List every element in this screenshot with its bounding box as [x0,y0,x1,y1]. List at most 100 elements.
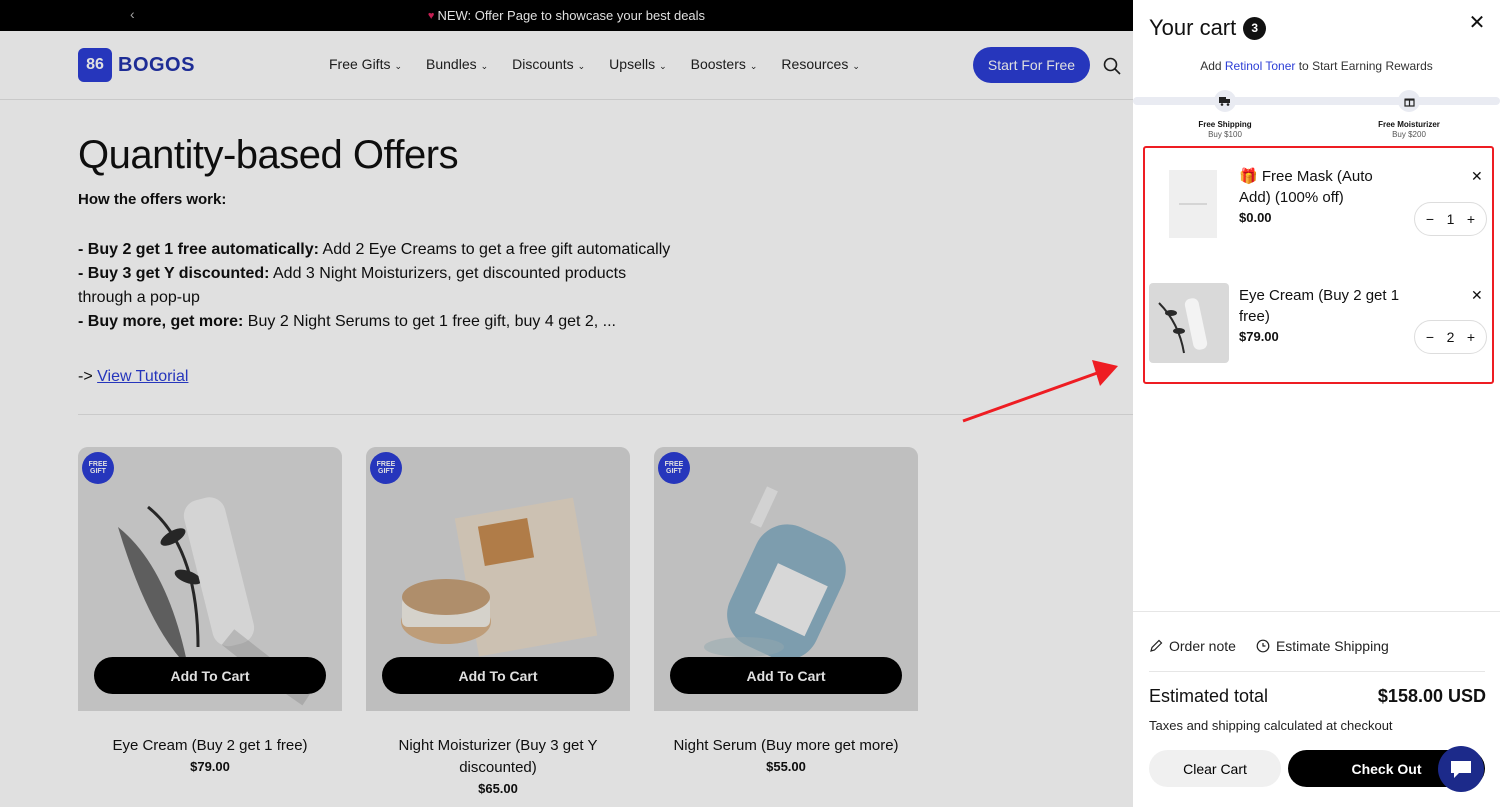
gift-icon: 🎁 [1239,168,1258,185]
quantity-value[interactable]: 1 [1444,211,1458,227]
announcement-text: NEW: Offer Page to showcase your best de… [437,8,706,23]
quantity-stepper: − 1 + [1414,202,1487,236]
nav-item-boosters[interactable]: Boosters ⌄ [691,56,758,72]
cart-item-name[interactable]: 🎁 Free Mask (Auto Add) (100% off) [1239,166,1404,208]
add-to-cart-button[interactable]: Add To Cart [94,657,326,694]
cart-item: 🎁 Free Mask (Auto Add) (100% off) $0.00 … [1149,164,1489,248]
product-price: $55.00 [766,759,806,774]
nav-label: Bundles [426,56,477,72]
search-icon[interactable] [1103,57,1121,75]
how-heading: How the offers work: [78,191,227,208]
remove-item-icon[interactable]: ✕ [1471,168,1483,185]
chevron-down-icon: ⌄ [659,61,667,71]
heart-icon: ♥ [427,9,435,22]
cart-item-info: 🎁 Free Mask (Auto Add) (100% off) $0.00 [1239,166,1404,225]
chat-icon[interactable] [1438,746,1484,792]
product-name[interactable]: Eye Cream (Buy 2 get 1 free) [78,735,342,757]
product-image[interactable]: FREE GIFT Add To Cart [654,447,918,711]
increase-button[interactable]: + [1464,329,1478,345]
view-tutorial-link[interactable]: View Tutorial [97,368,188,385]
nav-item-resources[interactable]: Resources ⌄ [781,56,859,72]
site-header: 86 BOGOS Free Gifts ⌄ Bundles ⌄ Discounts ⌄… [0,31,1133,100]
quantity-value[interactable]: 2 [1444,329,1458,345]
offer-bold: - Buy more, get more: [78,313,244,330]
nav-label: Discounts [512,56,574,72]
reward-message: Add Retinol Toner to Start Earning Rewar… [1133,59,1500,73]
order-note-label: Order note [1169,638,1236,654]
reward-text: to Start Earning Rewards [1295,59,1433,73]
logo-text: BOGOS [118,53,195,76]
offer-text: Add 2 Eye Creams to get a free gift auto… [318,241,671,258]
divider [1149,671,1485,672]
milestone-sub: Buy $100 [1208,130,1242,139]
clock-icon [1256,639,1270,653]
free-gift-badge: FREE GIFT [658,452,690,484]
nav-label: Boosters [690,56,746,72]
nav-label: Upsells [609,56,656,72]
gift-icon [1398,90,1420,112]
chevron-left-icon[interactable]: ‹ [130,6,135,22]
product-image[interactable]: FREE GIFT Add To Cart [78,447,342,711]
add-to-cart-button[interactable]: Add To Cart [382,657,614,694]
chevron-down-icon: ⌄ [480,61,489,71]
reward-product-link[interactable]: Retinol Toner [1225,59,1296,73]
close-icon[interactable]: ✕ [1467,12,1487,34]
cart-item-image[interactable] [1163,164,1223,244]
cart-item-price: $0.00 [1239,210,1272,225]
logo-mark-icon: 86 [78,48,112,82]
product-image[interactable]: FREE GIFT Add To Cart [366,447,630,711]
product-name[interactable]: Night Serum (Buy more get more) [654,735,918,757]
product-price: $79.00 [190,759,230,774]
page-title: Quantity-based Offers [78,133,459,177]
milestone-title: Free Shipping [1198,120,1252,129]
order-note-button[interactable]: Order note [1149,638,1236,654]
reward-text: Add [1200,59,1225,73]
offer-description: - Buy 2 get 1 free automatically: Add 2 … [78,238,678,334]
cart-item-title: Free Mask (Auto Add) (100% off) [1239,168,1373,206]
cart-count-badge: 3 [1243,16,1267,40]
logo[interactable]: 86 BOGOS [78,48,195,82]
nav-item-upsells[interactable]: Upsells ⌄ [609,56,666,72]
offer-text: Buy 2 Night Serums to get 1 free gift, b… [243,313,616,330]
offer-line: - Buy 2 get 1 free automatically: Add 2 … [78,238,678,262]
product-price: $65.00 [478,781,518,796]
announcement-bar: ‹ ♥ NEW: Offer Page to showcase your bes… [0,0,1133,31]
milestone-free-shipping: Free Shipping Buy $100 [1180,90,1270,139]
cart-title: Your cart [1149,15,1237,40]
nav-label: Free Gifts [329,56,391,72]
decrease-button[interactable]: − [1423,329,1437,345]
chevron-down-icon: ⌄ [394,61,403,71]
truck-icon [1214,90,1236,112]
nav-item-discounts[interactable]: Discounts ⌄ [512,56,585,72]
clear-cart-button[interactable]: Clear Cart [1149,750,1281,787]
product-card[interactable]: FREE GIFT Add To Cart Night Serum (Buy m… [654,447,918,774]
cart-item-name[interactable]: Eye Cream (Buy 2 get 1 free) [1239,285,1404,327]
remove-item-icon[interactable]: ✕ [1471,287,1483,304]
product-card[interactable]: FREE GIFT Add To Cart Eye Cream (Buy 2 g… [78,447,342,774]
milestone-sub: Buy $200 [1392,130,1426,139]
cart-item-image[interactable] [1149,283,1229,363]
product-card[interactable]: FREE GIFT Add To Cart Night Moisturizer … [366,447,630,796]
nav-label: Resources [781,56,849,72]
tutorial-line: -> View Tutorial [78,368,188,386]
cart-header: Your cart 3 [1149,15,1267,41]
chevron-down-icon: ⌄ [577,61,586,71]
product-name[interactable]: Night Moisturizer (Buy 3 get Y discounte… [366,735,630,779]
nav-item-bundles[interactable]: Bundles ⌄ [426,56,488,72]
estimate-shipping-button[interactable]: Estimate Shipping [1256,638,1389,654]
nav-item-free-gifts[interactable]: Free Gifts ⌄ [329,56,402,72]
offer-bold: - Buy 2 get 1 free automatically: [78,241,319,258]
quantity-stepper: − 2 + [1414,320,1487,354]
decrease-button[interactable]: − [1423,211,1437,227]
estimated-total-label: Estimated total [1149,686,1269,706]
start-for-free-button[interactable]: Start For Free [973,47,1090,83]
cart-item: Eye Cream (Buy 2 get 1 free) $79.00 ✕ − … [1149,283,1489,367]
add-to-cart-button[interactable]: Add To Cart [670,657,902,694]
main-nav: Free Gifts ⌄ Bundles ⌄ Discounts ⌄ Upsells ⌄… [329,56,860,72]
estimated-total-value: $158.00 USD [1377,686,1486,706]
chevron-down-icon: ⌄ [852,61,860,71]
estimate-shipping-label: Estimate Shipping [1275,638,1389,654]
increase-button[interactable]: + [1464,211,1478,227]
cart-footer-links: Order note Estimate Shipping [1149,638,1389,654]
milestone-free-moisturizer: Free Moisturizer Buy $200 [1364,90,1454,139]
